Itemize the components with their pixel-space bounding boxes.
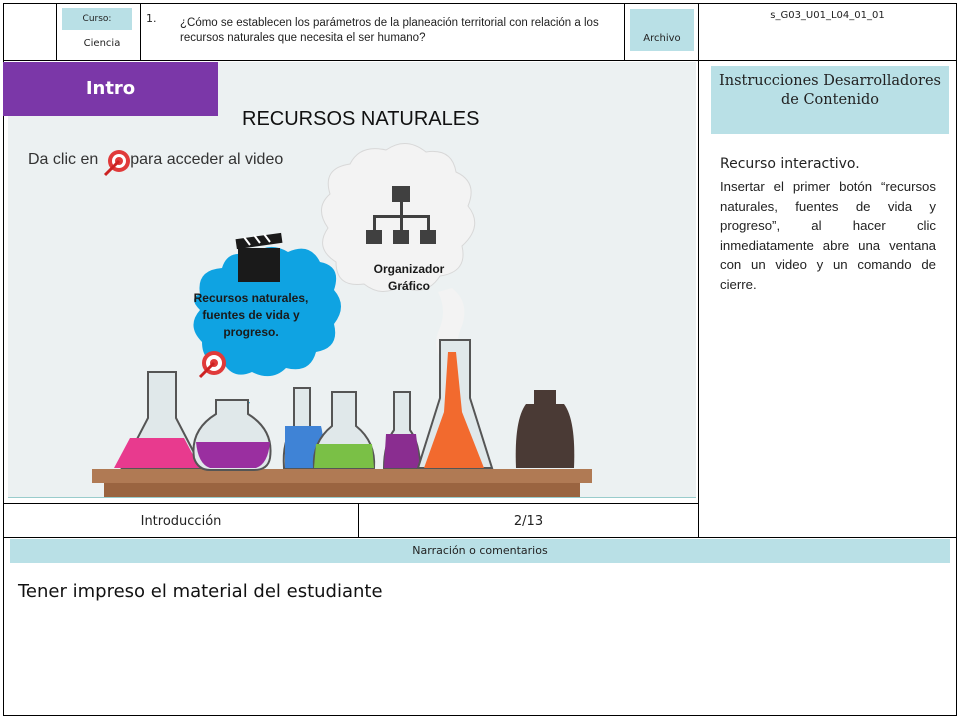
tab-intro[interactable]: Intro	[3, 62, 218, 116]
developer-instructions-title: Instrucciones Desarrolladores de Conteni…	[711, 66, 949, 134]
flask-pink	[114, 371, 204, 469]
slide-title: RECURSOS NATURALES	[242, 108, 480, 130]
flask-purple	[192, 399, 272, 471]
slide-instruction: Da clic en para acceder al video	[28, 151, 283, 169]
instruction-before: Da clic en	[28, 151, 99, 168]
flask-orange	[416, 339, 494, 469]
target-icon-2	[198, 351, 226, 379]
flask-green	[312, 391, 376, 469]
developer-heading: Recurso interactivo.	[720, 156, 860, 172]
archive-label: Archivo	[630, 9, 694, 51]
narration-label: Narración o comentarios	[10, 539, 950, 563]
page-counter: 2/13	[513, 514, 544, 529]
developer-body: Insertar el primer botón “recursos natur…	[720, 179, 936, 292]
section-name: Introducción	[140, 514, 222, 529]
clapperboard-icon	[235, 232, 283, 282]
file-code: s_G03_U01_L04_01_01	[770, 10, 885, 21]
course-value: Ciencia	[83, 38, 121, 49]
instruction-after: para acceder al video	[130, 151, 284, 168]
jar-dark	[515, 390, 575, 468]
video-button-label[interactable]: Recursos naturales, fuentes de vida y pr…	[186, 290, 316, 341]
flask-violet	[382, 391, 422, 469]
question-number: 1.	[146, 12, 157, 25]
narration-text: Tener impreso el material del estudiante	[18, 581, 383, 602]
table	[92, 469, 592, 483]
course-label: Curso:	[62, 8, 132, 30]
organizer-button-label[interactable]: Organizador Gráfico	[366, 261, 452, 295]
question-text: ¿Cómo se establecen los parámetros de la…	[180, 17, 599, 44]
